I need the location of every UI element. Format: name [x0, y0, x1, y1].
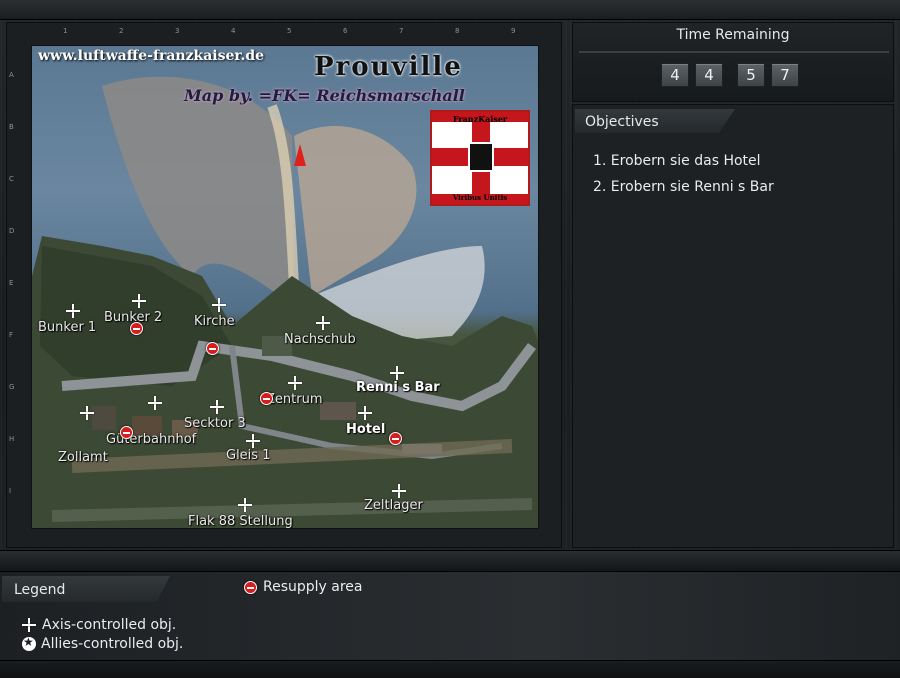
axis-objective-icon[interactable] — [210, 400, 224, 414]
resupply-icon — [130, 322, 143, 335]
objectives-panel: Objectives 1. Erobern sie das Hotel 2. E… — [572, 104, 894, 548]
place-gleis1: Gleis 1 — [226, 448, 271, 463]
axis-objective-icon[interactable] — [66, 304, 80, 318]
grid-row-label: C — [9, 175, 14, 183]
resupply-icon — [244, 580, 257, 594]
map-title: Prouville — [314, 52, 463, 82]
grid-row-label: B — [9, 123, 14, 131]
axis-objective-icon[interactable] — [80, 406, 94, 420]
countdown-digit: 4 — [661, 63, 689, 87]
map-panel: 1 2 3 4 5 6 7 8 9 A B C D E F G H I www.… — [6, 22, 562, 548]
legend-allies-label: Allies-controlled obj. — [41, 636, 184, 652]
place-hotel: Hotel — [346, 422, 386, 437]
grid-col-label: 5 — [287, 27, 292, 35]
countdown-digit: 4 — [695, 63, 723, 87]
grid-row-label: I — [9, 487, 12, 495]
objectives-list: 1. Erobern sie das Hotel 2. Erobern sie … — [593, 153, 774, 205]
place-bunker1: Bunker 1 — [38, 320, 97, 335]
place-nachschub: Nachschub — [284, 332, 356, 347]
time-remaining-title: Time Remaining — [676, 27, 790, 43]
grid-row-label: G — [9, 383, 15, 391]
axis-objective-icon[interactable] — [288, 376, 302, 390]
objective-item: 1. Erobern sie das Hotel — [593, 153, 761, 169]
grid-column-labels: 1 2 3 4 5 6 7 8 9 — [33, 27, 543, 41]
axis-objective-icon[interactable] — [212, 298, 226, 312]
legend-panel: Legend Resupply area Axis-controlled obj… — [0, 572, 900, 660]
grid-col-label: 1 — [63, 27, 68, 35]
legend-axis-label: Axis-controlled obj. — [42, 617, 177, 633]
axis-objective-icon[interactable] — [238, 498, 252, 512]
flag-bottom-text: Viribus Unitis — [452, 193, 508, 202]
grid-col-label: 7 — [399, 27, 404, 35]
grid-row-label: F — [9, 331, 14, 339]
axis-objective-icon[interactable] — [392, 484, 406, 498]
footer-strip — [0, 660, 900, 678]
map-credit: Map by. =FK= Reichsmarschall — [184, 86, 465, 105]
legend-resupply-label: Resupply area — [263, 579, 363, 595]
axis-objective-icon[interactable] — [246, 434, 260, 448]
flag-top-text: FranzKaiser — [452, 114, 508, 124]
axis-objective-icon[interactable] — [132, 294, 146, 308]
grid-row-label: H — [9, 435, 15, 443]
legend-resupply-row: Resupply area — [244, 579, 363, 595]
resupply-icon — [260, 392, 273, 405]
countdown-digit: 7 — [771, 63, 799, 87]
place-rennis-bar: Renni s Bar — [356, 380, 440, 395]
objective-item: 2. Erobern sie Renni s Bar — [593, 179, 774, 195]
place-zentrum: Zentrum — [266, 392, 323, 407]
resupply-icon — [389, 432, 402, 445]
grid-row-label: A — [9, 71, 14, 79]
countdown-digits: 4 4 5 7 — [661, 63, 805, 91]
grid-row-label: E — [9, 279, 14, 287]
grid-row-labels: A B C D E F G H I — [9, 63, 23, 533]
grid-col-label: 4 — [231, 27, 236, 35]
clan-flag-logo: FranzKaiser Viribus Unitis — [430, 110, 530, 206]
axis-objective-icon — [22, 618, 36, 632]
resupply-icon — [120, 426, 133, 439]
place-flak88: Flak 88 Stellung — [188, 514, 293, 529]
resupply-icon — [206, 342, 219, 355]
legend-allies-row: Allies-controlled obj. — [22, 635, 184, 652]
allies-objective-icon — [22, 635, 36, 651]
command-map[interactable]: www.luftwaffe-franzkaiser.de Prouville M… — [31, 45, 539, 529]
bottom-separator — [0, 550, 900, 572]
axis-objective-icon[interactable] — [148, 396, 162, 410]
iron-cross-icon — [468, 142, 494, 172]
place-sektor3: Secktor 3 — [184, 416, 246, 431]
axis-objective-icon[interactable] — [316, 316, 330, 330]
countdown-digit: 5 — [737, 63, 765, 87]
place-zeltlager: Zeltlager — [364, 498, 423, 513]
grid-col-label: 6 — [343, 27, 348, 35]
grid-col-label: 3 — [175, 27, 180, 35]
place-zollamt: Zollamt — [58, 450, 108, 465]
axis-objective-icon[interactable] — [358, 406, 372, 420]
axis-objective-icon[interactable] — [390, 366, 404, 380]
legend-axis-row: Axis-controlled obj. — [22, 617, 176, 633]
time-remaining-panel: Time Remaining 4 4 5 7 — [572, 22, 894, 102]
grid-row-label: D — [9, 227, 15, 235]
grid-col-label: 9 — [511, 27, 516, 35]
legend-title: Legend — [14, 582, 66, 598]
place-kirche: Kirche — [194, 314, 235, 329]
divider — [579, 51, 889, 53]
grid-col-label: 8 — [455, 27, 460, 35]
top-strip — [0, 0, 900, 20]
grid-col-label: 2 — [119, 27, 124, 35]
map-site-url: www.luftwaffe-franzkaiser.de — [38, 48, 265, 64]
objectives-title: Objectives — [585, 114, 659, 130]
